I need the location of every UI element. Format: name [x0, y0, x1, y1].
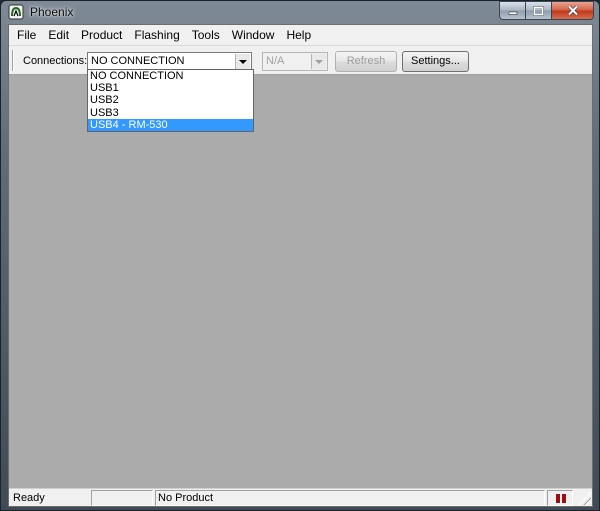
menu-tools[interactable]: Tools — [186, 25, 226, 45]
resize-grip-icon[interactable] — [578, 492, 591, 505]
status-ready: Ready — [13, 492, 45, 504]
minimize-icon — [508, 11, 517, 15]
connection-dropdown-list: NO CONNECTION USB1 USB2 USB3 USB4 - RM-5… — [87, 69, 254, 132]
status-indicator-icon — [547, 490, 573, 506]
dropdown-option-usb3[interactable]: USB3 — [88, 107, 253, 119]
connections-label: Connections: — [23, 55, 88, 67]
window-title: Phoenix — [30, 5, 74, 19]
menu-product[interactable]: Product — [75, 25, 128, 45]
menu-edit[interactable]: Edit — [42, 25, 75, 45]
connection-select-value: NO CONNECTION — [91, 55, 185, 67]
settings-button[interactable]: Settings... — [402, 51, 469, 72]
dropdown-option-no-connection[interactable]: NO CONNECTION — [88, 70, 253, 82]
title-bar[interactable]: Phoenix — [1, 1, 599, 24]
dropdown-option-usb1[interactable]: USB1 — [88, 82, 253, 94]
status-product: No Product — [155, 490, 545, 506]
dropdown-option-usb4[interactable]: USB4 - RM-530 — [88, 118, 253, 131]
phoenix-app-icon — [8, 4, 24, 20]
close-icon — [567, 5, 578, 16]
app-window: Phoenix File Edit Product Flashing Tools… — [0, 0, 600, 511]
refresh-button: Refresh — [335, 51, 397, 72]
maximize-icon — [533, 5, 544, 16]
chevron-down-icon — [311, 54, 326, 69]
dropdown-option-usb2[interactable]: USB2 — [88, 94, 253, 106]
secondary-select-value: N/A — [266, 55, 285, 67]
menu-flashing[interactable]: Flashing — [128, 25, 185, 45]
client-area: File Edit Product Flashing Tools Window … — [8, 24, 593, 507]
toolbar-grip[interactable] — [12, 50, 14, 71]
menu-window[interactable]: Window — [226, 25, 281, 45]
chevron-down-icon[interactable] — [235, 54, 250, 69]
menu-file[interactable]: File — [11, 25, 42, 45]
secondary-select: N/A — [262, 52, 328, 71]
maximize-button[interactable] — [525, 1, 551, 20]
status-pane-blank — [91, 490, 153, 506]
minimize-button[interactable] — [499, 1, 525, 20]
menu-bar: File Edit Product Flashing Tools Window … — [9, 25, 592, 45]
status-bar: Ready No Product — [9, 488, 592, 506]
caption-buttons — [499, 1, 594, 20]
menu-help[interactable]: Help — [280, 25, 317, 45]
close-button[interactable] — [551, 1, 594, 20]
